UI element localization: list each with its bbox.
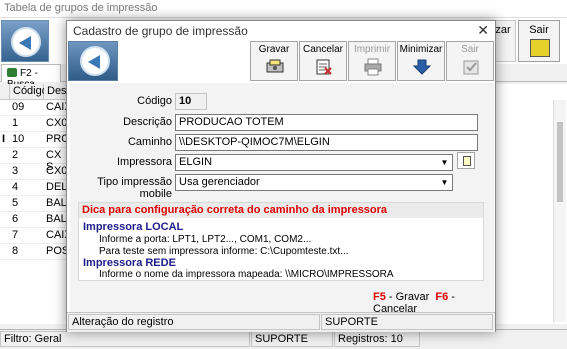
tip-local-line-2: Para teste sem impressora informe: C:\Cu… xyxy=(99,246,349,257)
background-window-title: Tabela de grupos de impressão xyxy=(0,0,567,18)
save-shortcut-text: - Gravar xyxy=(388,291,430,303)
path-field[interactable]: \\DESKTOP-QIMOC7M\ELGIN xyxy=(175,134,478,151)
save-shortcut-key: F5 xyxy=(373,291,386,303)
save-icon xyxy=(266,59,284,73)
binoculars-icon xyxy=(7,68,17,77)
tip-network-line-1: Informe o nome da impressora mapeada: \\… xyxy=(99,269,394,280)
description-label: Descrição xyxy=(123,116,172,128)
print-label: Imprimir xyxy=(353,44,391,55)
cancel-button[interactable]: Cancelar xyxy=(299,41,347,81)
minimize-button[interactable]: Minimizar xyxy=(397,41,445,81)
printer-label: Impressora xyxy=(116,156,172,168)
background-exit-button[interactable]: Sair xyxy=(518,20,560,62)
chevron-down-icon[interactable]: ▼ xyxy=(437,155,452,170)
code-field: 10 xyxy=(175,93,207,110)
print-button[interactable]: Imprimir xyxy=(348,41,396,81)
dialog-status-message: Alteração do registro xyxy=(68,314,320,330)
chevron-down-icon[interactable]: ▼ xyxy=(437,175,452,190)
table-row[interactable]: 2 CX S xyxy=(0,148,68,173)
row-code: 1 xyxy=(12,117,19,129)
table-row-selected[interactable]: I 10 PRO xyxy=(0,132,70,148)
cancel-icon xyxy=(316,59,332,75)
dialog-back-button[interactable] xyxy=(68,41,118,81)
table-row[interactable]: 8 POS: xyxy=(0,244,72,260)
table-row[interactable]: 4 DELI xyxy=(0,180,70,196)
tab-search[interactable]: F2 - Busca xyxy=(1,64,61,90)
row-code: 8 xyxy=(12,245,19,257)
print-group-dialog: Cadastro de grupo de impressão ✕ Gravar … xyxy=(66,20,496,332)
close-icon[interactable]: ✕ xyxy=(477,22,489,39)
new-document-icon xyxy=(463,156,471,166)
minimize-icon xyxy=(412,59,432,75)
code-label: Código xyxy=(137,95,172,107)
tip-local-line-1: Informe a porta: LPT1, LPT2..., COM1, CO… xyxy=(99,234,312,245)
mobile-print-type-label: Tipo impressão mobile xyxy=(97,176,172,200)
grid-header-code[interactable]: Código xyxy=(10,84,48,100)
exit-button[interactable]: Sair xyxy=(446,41,494,81)
mobile-print-type-value: Usa gerenciador xyxy=(179,176,260,188)
table-row[interactable]: 6 BALC xyxy=(0,212,75,228)
new-printer-button[interactable] xyxy=(457,152,475,169)
description-field[interactable]: PRODUCAO TOTEM xyxy=(175,114,478,131)
status-filter: Filtro: Geral xyxy=(0,331,250,347)
printer-value: ELGIN xyxy=(179,156,213,168)
grid-scrollbar[interactable] xyxy=(553,100,566,322)
row-code: 09 xyxy=(12,101,25,113)
row-code: 5 xyxy=(12,197,19,209)
minimize-label: Minimizar xyxy=(399,44,443,55)
exit-icon xyxy=(530,39,550,57)
tip-heading: Dica para configuração correta do caminh… xyxy=(79,203,483,218)
row-code: 10 xyxy=(12,133,25,145)
exit-icon xyxy=(463,60,479,75)
cancel-shortcut-key: F6 xyxy=(435,291,449,303)
mobile-print-type-select[interactable]: Usa gerenciador ▼ xyxy=(175,174,453,191)
scrollbar-thumb[interactable] xyxy=(557,122,563,202)
table-row[interactable]: 7 CAIX xyxy=(0,228,72,244)
grid-indicator-header xyxy=(0,84,10,100)
save-label: Gravar xyxy=(258,44,290,55)
grid-header-description[interactable]: Desc xyxy=(44,84,68,100)
background-back-button[interactable] xyxy=(1,20,49,62)
exit-label: Sair xyxy=(461,44,479,55)
printer-select[interactable]: ELGIN ▼ xyxy=(175,154,453,171)
back-arrow-icon xyxy=(11,27,41,57)
save-button[interactable]: Gravar xyxy=(250,41,298,81)
tip-local-title: Impressora LOCAL xyxy=(83,221,184,233)
cancel-label: Cancelar xyxy=(302,44,344,55)
row-code: 6 xyxy=(12,213,19,225)
background-exit-label: Sair xyxy=(529,24,549,36)
status-record-count: Registros: 10 xyxy=(334,331,420,347)
table-row[interactable]: 3 CX02 xyxy=(0,164,74,180)
printer-icon xyxy=(364,58,382,76)
row-code: 7 xyxy=(12,229,19,241)
table-row[interactable]: 5 BALC xyxy=(0,196,75,212)
row-code: 4 xyxy=(12,181,19,193)
row-code: 2 xyxy=(12,149,19,161)
dialog-status-user: SUPORTE xyxy=(321,314,493,330)
dialog-form-body: Código 10 Descrição PRODUCAO TOTEM Camin… xyxy=(70,83,494,315)
table-row[interactable]: 09 CAIX xyxy=(0,100,72,116)
row-code: 3 xyxy=(12,165,19,177)
printer-path-tip-box: Dica para configuração correta do caminh… xyxy=(78,202,484,281)
text-cursor-icon: I xyxy=(2,133,6,145)
dialog-title: Cadastro de grupo de impressão xyxy=(67,21,495,41)
status-user: SUPORTE xyxy=(251,331,333,347)
back-arrow-icon xyxy=(80,46,110,76)
path-label: Caminho xyxy=(127,136,172,148)
table-row[interactable]: 1 CX01 xyxy=(0,116,74,132)
tip-network-title: Impressora REDE xyxy=(83,257,176,269)
